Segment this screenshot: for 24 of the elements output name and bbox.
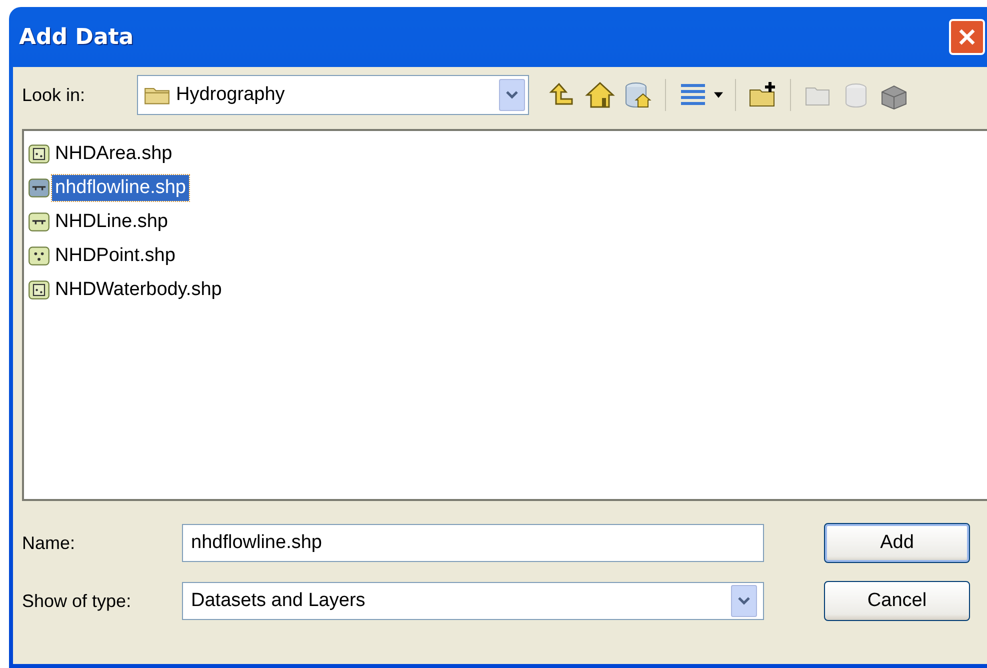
caret-icon[interactable] <box>714 92 723 98</box>
file-item[interactable]: NHDPoint.shp <box>52 243 178 269</box>
polygon-layer-icon <box>28 280 50 300</box>
close-button[interactable] <box>949 19 985 55</box>
line-layer-icon <box>28 178 50 198</box>
name-field[interactable]: nhdflowline.shp <box>182 524 764 562</box>
polygon-layer-icon <box>28 144 50 164</box>
name-label: Name: <box>22 532 76 554</box>
look-in-label: Look in: <box>22 84 86 106</box>
file-item[interactable]: nhdflowline.shp <box>52 175 189 201</box>
database-home-icon[interactable] <box>623 80 653 110</box>
cancel-button[interactable]: Cancel <box>824 581 970 621</box>
folder-icon <box>144 85 170 105</box>
type-dropdown[interactable]: Datasets and Layers <box>182 582 764 620</box>
type-label: Show of type: <box>22 590 132 612</box>
add-button[interactable]: Add <box>824 523 970 563</box>
file-item[interactable]: NHDWaterbody.shp <box>52 277 225 303</box>
home-icon[interactable] <box>585 80 615 110</box>
file-item[interactable]: NHDArea.shp <box>52 141 176 167</box>
point-layer-icon <box>28 246 50 266</box>
line-layer-icon <box>28 212 50 232</box>
window-title: Add Data <box>19 24 134 50</box>
file-item[interactable]: NHDLine.shp <box>52 209 171 235</box>
look-in-dropdown[interactable]: Hydrography <box>137 75 529 115</box>
